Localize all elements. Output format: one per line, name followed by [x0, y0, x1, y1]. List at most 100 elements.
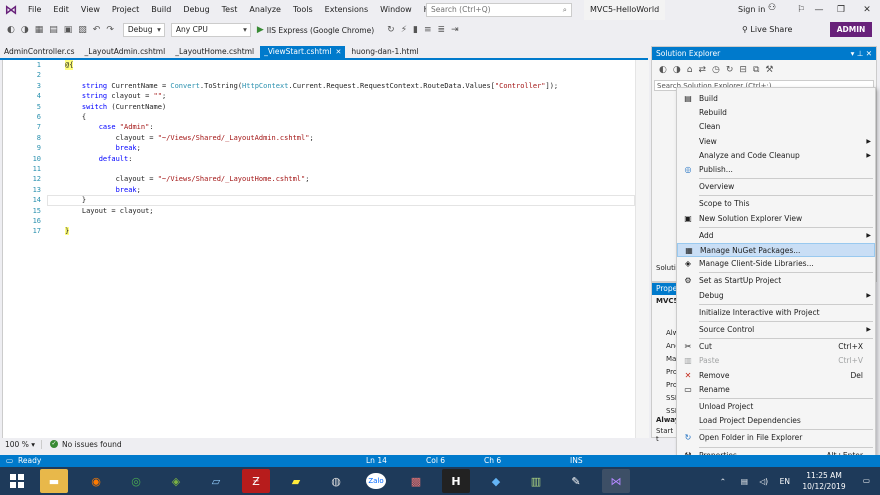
tab-layouthome[interactable]: _LayoutHome.cshtml: [171, 46, 259, 58]
history-icon[interactable]: ◷: [709, 65, 723, 75]
context-menu-item-initialize-interactive-with-project[interactable]: Initialize Interactive with Project: [677, 306, 875, 320]
context-menu-item-scope-to-this[interactable]: Scope to This: [677, 197, 875, 211]
file-explorer-icon[interactable]: ▬: [40, 469, 68, 493]
context-menu-item-manage-client-side-libraries[interactable]: ◈ Manage Client-Side Libraries...: [677, 257, 875, 271]
menu-file[interactable]: File: [22, 0, 47, 20]
filezilla-icon[interactable]: Ƶ: [242, 469, 270, 493]
menu-build[interactable]: Build: [145, 0, 177, 20]
run-button[interactable]: IIS Express (Google Chrome): [267, 26, 384, 35]
open-icon[interactable]: ▤: [46, 25, 61, 35]
volume-icon[interactable]: ◁): [759, 477, 768, 486]
context-menu-item-manage-nuget-packages[interactable]: ▦ Manage NuGet Packages...: [677, 243, 875, 257]
config-select[interactable]: Debug: [122, 23, 165, 37]
context-menu-item-clean[interactable]: Clean: [677, 120, 875, 134]
format-icon[interactable]: ⇥: [448, 25, 462, 35]
tray-chevron-icon[interactable]: ⌃: [720, 477, 726, 486]
tab-admincontroller[interactable]: AdminController.cs: [0, 46, 79, 58]
notepad-icon[interactable]: ▱: [202, 469, 230, 493]
show-all-icon[interactable]: ⧉: [750, 65, 762, 75]
undo-icon[interactable]: ↶: [90, 25, 104, 35]
context-menu-item-remove[interactable]: ✕ Remove Del: [677, 369, 875, 383]
comment-icon[interactable]: ≡: [421, 25, 435, 35]
context-menu-item-new-solution-explorer-view[interactable]: ▣ New Solution Explorer View: [677, 212, 875, 226]
context-menu-item-rename[interactable]: ▭ Rename: [677, 383, 875, 397]
refresh-icon[interactable]: ↻: [384, 25, 398, 35]
pin-icon[interactable]: ▾ ⊥ ✕: [851, 47, 872, 60]
collapse-icon[interactable]: ⊟: [736, 65, 750, 75]
context-menu-item-build[interactable]: ▤ Build: [677, 92, 875, 106]
new-project-icon[interactable]: ▦: [32, 25, 47, 35]
back-icon[interactable]: ◐: [656, 65, 670, 75]
photo-icon[interactable]: ▩: [402, 469, 430, 493]
zoom-select[interactable]: 100 % ▾: [2, 439, 42, 449]
context-menu-item-rebuild[interactable]: Rebuild: [677, 106, 875, 120]
chrome-icon[interactable]: ◎: [122, 469, 150, 493]
browser-link-icon[interactable]: ⚡: [398, 25, 410, 35]
firefox-icon[interactable]: ◉: [82, 469, 110, 493]
back-icon[interactable]: ◐: [4, 25, 18, 35]
forward-icon[interactable]: ◑: [670, 65, 684, 75]
platform-select[interactable]: Any CPU: [170, 23, 251, 37]
sync-icon[interactable]: ⇄: [695, 65, 709, 75]
save-all-icon[interactable]: ▧: [75, 25, 90, 35]
vertical-scrollbar[interactable]: [635, 60, 649, 438]
menu-edit[interactable]: Edit: [47, 0, 75, 20]
menu-analyze[interactable]: Analyze: [243, 0, 287, 20]
app-icon[interactable]: ◈: [162, 469, 190, 493]
tab-viewstart[interactable]: _ViewStart.cshtml ✕: [260, 46, 346, 58]
h-app-icon[interactable]: H: [442, 469, 470, 493]
tab-layoutadmin[interactable]: _LayoutAdmin.cshtml: [80, 46, 170, 58]
context-menu-item-source-control[interactable]: Source Control ▶: [677, 323, 875, 337]
menu-test[interactable]: Test: [216, 0, 244, 20]
context-menu-item-load-project-dependencies[interactable]: Load Project Dependencies: [677, 414, 875, 428]
network-icon[interactable]: ▤: [741, 477, 748, 486]
clock-time[interactable]: 11:25 AM: [802, 471, 846, 480]
context-menu-item-view[interactable]: View ▶: [677, 135, 875, 149]
chart-app-icon[interactable]: ▥: [522, 469, 550, 493]
user-badge[interactable]: ADMIN: [830, 22, 872, 37]
menu-debug[interactable]: Debug: [177, 0, 215, 20]
save-icon[interactable]: ▣: [61, 25, 76, 35]
home-icon[interactable]: ⌂: [684, 65, 696, 75]
forward-icon[interactable]: ◑: [18, 25, 32, 35]
maximize-button[interactable]: ❐: [830, 0, 852, 20]
notifications-icon[interactable]: ▭: [863, 476, 870, 485]
context-menu-item-open-folder-in-file-explorer[interactable]: ↻ Open Folder in File Explorer: [677, 431, 875, 445]
refresh-icon[interactable]: ↻: [723, 65, 737, 75]
person-icon[interactable]: ⚇: [768, 3, 776, 13]
context-menu-item-set-as-startup-project[interactable]: ⚙ Set as StartUp Project: [677, 274, 875, 288]
context-menu-item-add[interactable]: Add ▶: [677, 229, 875, 243]
sign-in-link[interactable]: Sign in: [738, 0, 765, 20]
paint-icon[interactable]: ✎: [562, 469, 590, 493]
media-icon[interactable]: ◍: [322, 469, 350, 493]
context-menu-item-debug[interactable]: Debug ▶: [677, 289, 875, 303]
clock-date[interactable]: 10/12/2019: [802, 482, 846, 491]
start-button[interactable]: [4, 469, 32, 493]
menu-extensions[interactable]: Extensions: [319, 0, 374, 20]
folder-icon[interactable]: ▰: [282, 469, 310, 493]
menu-window[interactable]: Window: [374, 0, 418, 20]
solution-tab-label[interactable]: Soluti: [656, 264, 676, 272]
tab-huong-dan[interactable]: huong-dan-1.html: [347, 46, 423, 58]
context-menu-item-publish[interactable]: ◎ Publish...: [677, 163, 875, 177]
context-menu-item-unload-project[interactable]: Unload Project: [677, 400, 875, 414]
zalo-icon[interactable]: Zalo: [362, 469, 390, 493]
context-menu-item-paste[interactable]: ▥ Paste Ctrl+V: [677, 354, 875, 368]
close-tab-icon[interactable]: ✕: [335, 48, 341, 56]
redo-icon[interactable]: ↷: [103, 25, 117, 35]
context-menu-item-overview[interactable]: Overview: [677, 180, 875, 194]
properties-icon[interactable]: ⚒: [762, 65, 776, 75]
close-button[interactable]: ✕: [856, 0, 878, 20]
live-share-button[interactable]: ⚲ Live Share: [742, 22, 792, 38]
keyboard-lang[interactable]: EN: [780, 477, 790, 486]
context-menu-item-cut[interactable]: ✂ Cut Ctrl+X: [677, 340, 875, 354]
minimize-button[interactable]: —: [808, 0, 830, 20]
play-icon[interactable]: ▶: [254, 25, 267, 35]
bookmark-icon[interactable]: ▮: [410, 25, 421, 35]
bird-icon[interactable]: ◆: [482, 469, 510, 493]
visual-studio-task-icon[interactable]: ⋈: [602, 469, 630, 493]
menu-view[interactable]: View: [75, 0, 106, 20]
code-editor[interactable]: 1 2 3 4 5 6 7 8 9 10 11 12 13 14 15 16 1…: [2, 60, 649, 438]
issues-indicator[interactable]: ✓ No issues found: [42, 440, 122, 449]
uncomment-icon[interactable]: ≣: [435, 25, 449, 35]
